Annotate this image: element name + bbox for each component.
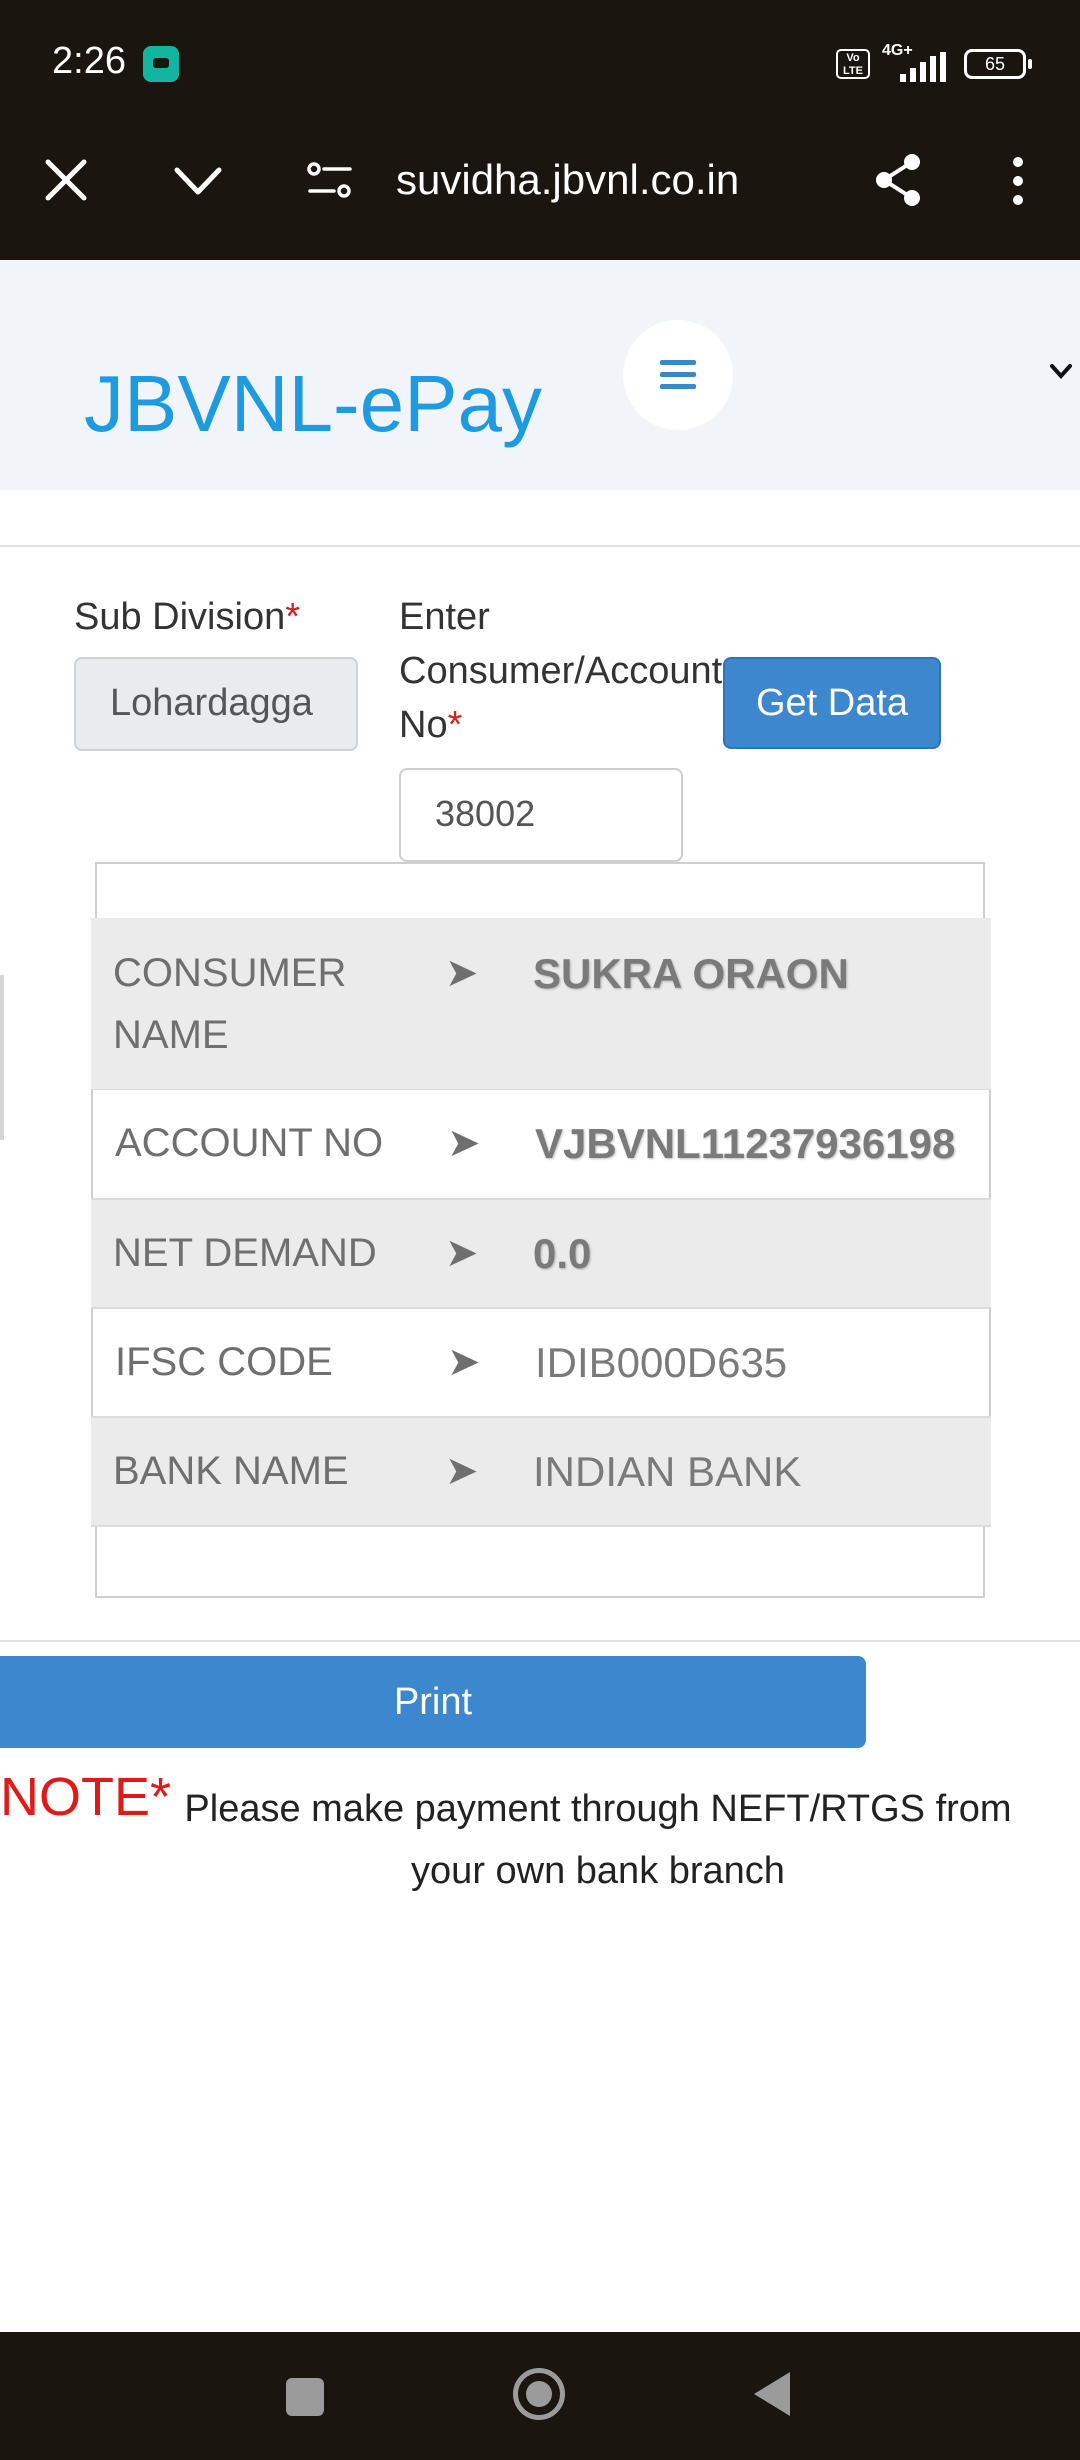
row-value: VJBVNL11237936198 (535, 1120, 956, 1167)
arrow-icon: ➤ (445, 1231, 479, 1275)
status-indicators: Vo LTE 4G+ 65 (836, 42, 1032, 82)
back-icon[interactable] (754, 2372, 790, 2416)
site-settings-icon[interactable] (306, 161, 354, 201)
row-value: INDIAN BANK (533, 1448, 802, 1495)
battery-icon: 65 (964, 49, 1032, 79)
arrow-icon: ➤ (447, 1121, 481, 1165)
divider (0, 545, 1080, 547)
share-icon[interactable] (872, 152, 924, 208)
divider (91, 1525, 991, 1527)
row-value: 0.0 (533, 1230, 592, 1277)
status-time: 2:26 (52, 40, 126, 82)
sub-division-label: Sub Division* (74, 596, 301, 638)
print-button[interactable]: Print (0, 1656, 866, 1748)
message-notification-icon (143, 46, 179, 82)
recent-apps-icon[interactable] (286, 2378, 324, 2416)
row-label: CONSUMER NAME (113, 951, 347, 1057)
arrow-icon: ➤ (445, 951, 479, 995)
menu-toggle-button[interactable] (623, 320, 733, 430)
row-value: IDIB000D635 (535, 1339, 788, 1386)
edge-scroll-indicator (0, 975, 4, 1140)
consumer-number-input[interactable]: 38002 (399, 768, 683, 862)
row-label: NET DEMAND (113, 1231, 377, 1275)
volte-icon: Vo LTE (836, 49, 870, 79)
arrow-icon: ➤ (447, 1340, 481, 1384)
arrow-icon: ➤ (445, 1449, 479, 1493)
table-row-ifsc-code: IFSC CODE ➤ IDIB000D635 (91, 1309, 991, 1417)
more-options-icon[interactable] (1008, 156, 1028, 206)
row-label: BANK NAME (113, 1449, 349, 1493)
chevron-down-icon[interactable] (173, 166, 223, 196)
note-tag: NOTE* (0, 1767, 172, 1827)
close-tab-icon[interactable] (44, 158, 88, 202)
note-text: Please make payment through NEFT/RTGS fr… (184, 1788, 1012, 1892)
table-row-net-demand: NET DEMAND ➤ 0.0 (91, 1200, 991, 1308)
site-brand[interactable]: JBVNL-ePay (84, 358, 542, 450)
chevron-down-icon[interactable] (1046, 360, 1076, 384)
consumer-number-label: Enter Consumer/Account No* (399, 596, 723, 746)
row-value: SUKRA ORAON (533, 950, 849, 997)
address-bar-url[interactable]: suvidha.jbvnl.co.in (396, 156, 739, 204)
browser-top-bar (0, 0, 1080, 260)
sub-division-select[interactable]: Lohardagga (74, 657, 358, 751)
home-icon[interactable] (513, 2368, 565, 2420)
signal-icon: 4G+ (882, 42, 952, 82)
table-row-bank-name: BANK NAME ➤ INDIAN BANK (91, 1418, 991, 1526)
divider (0, 1640, 1080, 1642)
table-row-account-no: ACCOUNT NO ➤ VJBVNL11237936198 (91, 1090, 991, 1198)
row-label: IFSC CODE (115, 1340, 333, 1384)
row-label: ACCOUNT NO (115, 1121, 384, 1165)
table-row-consumer-name: CONSUMER NAME ➤ SUKRA ORAON (91, 918, 991, 1090)
get-data-button[interactable]: Get Data (723, 657, 941, 749)
